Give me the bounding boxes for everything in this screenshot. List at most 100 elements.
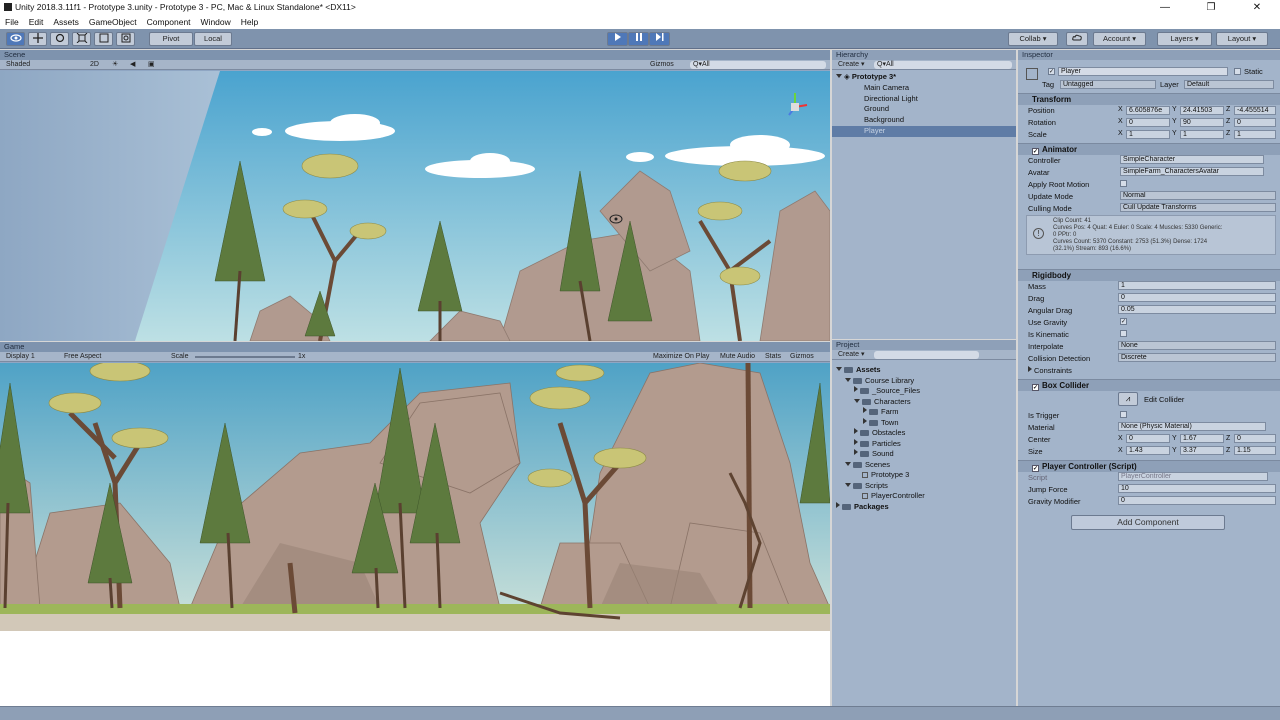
- project-tree-item[interactable]: PlayerController: [832, 491, 1016, 502]
- player-controller-enabled-checkbox[interactable]: ✓: [1032, 465, 1039, 472]
- shading-dropdown[interactable]: Shaded: [6, 60, 30, 70]
- mass-field[interactable]: 1: [1118, 281, 1276, 290]
- transform-header[interactable]: Transform: [1018, 93, 1280, 105]
- center-z-field[interactable]: 0: [1234, 434, 1276, 443]
- center-y-field[interactable]: 1.67: [1180, 434, 1224, 443]
- expand-arrow-icon[interactable]: [845, 377, 851, 382]
- rotation-z-field[interactable]: 0: [1234, 118, 1276, 127]
- expand-arrow-icon[interactable]: [854, 449, 858, 455]
- close-button[interactable]: ✕: [1234, 0, 1280, 15]
- expand-arrow-icon[interactable]: [854, 438, 858, 445]
- use-gravity-checkbox[interactable]: ✓: [1120, 318, 1127, 325]
- layers-dropdown[interactable]: Layers ▾: [1157, 32, 1212, 46]
- display-dropdown[interactable]: Display 1: [6, 352, 35, 362]
- scene-search-input[interactable]: Q▾All: [690, 61, 826, 69]
- pivot-toggle[interactable]: Pivot: [149, 32, 193, 46]
- size-z-field[interactable]: 1.15: [1234, 446, 1276, 455]
- expand-arrow-icon[interactable]: [845, 482, 851, 487]
- expand-arrow-icon[interactable]: [836, 501, 840, 508]
- expand-arrow-icon[interactable]: [854, 398, 860, 403]
- game-tab[interactable]: Game: [0, 342, 830, 352]
- add-component-button[interactable]: Add Component: [1071, 515, 1225, 530]
- pause-button[interactable]: [628, 32, 649, 46]
- project-tree-item[interactable]: Scenes: [832, 460, 1016, 471]
- maximize-button[interactable]: ❐: [1188, 0, 1234, 15]
- expand-arrow-icon[interactable]: [836, 74, 842, 78]
- project-tree-item[interactable]: Characters: [832, 397, 1016, 408]
- menu-component[interactable]: Component: [142, 15, 196, 29]
- hierarchy-create-button[interactable]: Create ▾: [838, 60, 864, 70]
- menu-help[interactable]: Help: [236, 15, 263, 29]
- center-x-field[interactable]: 0: [1126, 434, 1170, 443]
- object-active-checkbox[interactable]: ✓: [1048, 68, 1055, 75]
- hierarchy-item-player[interactable]: Player: [832, 126, 1016, 137]
- update-mode-dropdown[interactable]: Normal: [1120, 191, 1276, 200]
- inspector-tab[interactable]: Inspector: [1018, 50, 1280, 60]
- position-x-field[interactable]: 6.605876e: [1126, 106, 1170, 115]
- rect-tool-icon[interactable]: [94, 32, 113, 46]
- constraints-foldout[interactable]: Constraints: [1028, 366, 1072, 375]
- project-tree-item[interactable]: Particles: [832, 438, 1016, 450]
- move-tool-icon[interactable]: [28, 32, 47, 46]
- project-tree-item[interactable]: Course Library: [832, 376, 1016, 387]
- apply-root-motion-checkbox[interactable]: [1120, 180, 1127, 187]
- stats-toggle[interactable]: Stats: [765, 352, 781, 362]
- aspect-dropdown[interactable]: Free Aspect: [64, 352, 101, 362]
- box-collider-enabled-checkbox[interactable]: ✓: [1032, 384, 1039, 391]
- scale-slider[interactable]: [195, 356, 295, 358]
- rotation-y-field[interactable]: 90: [1180, 118, 1224, 127]
- expand-arrow-icon[interactable]: [863, 417, 867, 424]
- culling-mode-dropdown[interactable]: Cull Update Transforms: [1120, 203, 1276, 212]
- project-tree-item[interactable]: _Source_Files: [832, 386, 1016, 397]
- hierarchy-scene-root[interactable]: ◈ Prototype 3*: [832, 72, 1016, 83]
- project-tree-item[interactable]: Farm: [832, 407, 1016, 418]
- position-y-field[interactable]: 24.41503: [1180, 106, 1224, 115]
- expand-arrow-icon[interactable]: [854, 428, 858, 434]
- layer-dropdown[interactable]: Default: [1184, 80, 1274, 89]
- expand-arrow-icon[interactable]: [836, 367, 842, 371]
- size-x-field[interactable]: 1.43: [1126, 446, 1170, 455]
- expand-arrow-icon[interactable]: [854, 386, 858, 392]
- audio-toggle-icon[interactable]: ◀: [130, 60, 135, 70]
- expand-arrow-icon[interactable]: [845, 461, 851, 466]
- play-button[interactable]: [607, 32, 628, 46]
- static-checkbox[interactable]: [1234, 68, 1241, 75]
- player-controller-header[interactable]: ✓ Player Controller (Script): [1018, 460, 1280, 472]
- hierarchy-item-background[interactable]: Background: [832, 115, 1016, 126]
- drag-field[interactable]: 0: [1118, 293, 1276, 302]
- hierarchy-item-ground[interactable]: Ground: [832, 104, 1016, 115]
- material-field[interactable]: None (Physic Material): [1118, 422, 1266, 431]
- animator-enabled-checkbox[interactable]: ✓: [1032, 148, 1039, 155]
- project-search-input[interactable]: [874, 351, 979, 359]
- hand-tool-icon[interactable]: [6, 32, 25, 46]
- size-y-field[interactable]: 3.37: [1180, 446, 1224, 455]
- animator-header[interactable]: ✓ Animator: [1018, 143, 1280, 155]
- hierarchy-item-main-camera[interactable]: Main Camera: [832, 83, 1016, 94]
- menu-gameobject[interactable]: GameObject: [84, 15, 142, 29]
- scale-z-field[interactable]: 1: [1234, 130, 1276, 139]
- scale-y-field[interactable]: 1: [1180, 130, 1224, 139]
- game-gizmos-dropdown[interactable]: Gizmos: [790, 352, 814, 362]
- menu-file[interactable]: File: [0, 15, 24, 29]
- box-collider-header[interactable]: ✓ Box Collider: [1018, 379, 1280, 391]
- scene-tab[interactable]: Scene: [0, 50, 830, 60]
- tag-dropdown[interactable]: Untagged: [1060, 80, 1156, 89]
- menu-edit[interactable]: Edit: [24, 15, 49, 29]
- project-create-button[interactable]: Create ▾: [838, 350, 864, 360]
- expand-arrow-icon[interactable]: [863, 407, 867, 413]
- light-toggle-icon[interactable]: ☀: [112, 60, 118, 70]
- controller-field[interactable]: SimpleCharacter: [1120, 155, 1264, 164]
- position-z-field[interactable]: -4.455514: [1234, 106, 1276, 115]
- hierarchy-tab[interactable]: Hierarchy: [832, 50, 1016, 60]
- scene-viewport[interactable]: [0, 71, 830, 341]
- scale-tool-icon[interactable]: [72, 32, 91, 46]
- game-viewport[interactable]: [0, 363, 830, 631]
- rotation-x-field[interactable]: 0: [1126, 118, 1170, 127]
- effects-toggle-icon[interactable]: ▣: [148, 60, 155, 70]
- menu-assets[interactable]: Assets: [48, 15, 84, 29]
- project-tree-item[interactable]: Scripts: [832, 481, 1016, 492]
- project-tree-item[interactable]: Prototype 3: [832, 470, 1016, 481]
- transform-tool-icon[interactable]: [116, 32, 135, 46]
- project-tree-item[interactable]: Packages: [832, 501, 1016, 513]
- menu-window[interactable]: Window: [196, 15, 236, 29]
